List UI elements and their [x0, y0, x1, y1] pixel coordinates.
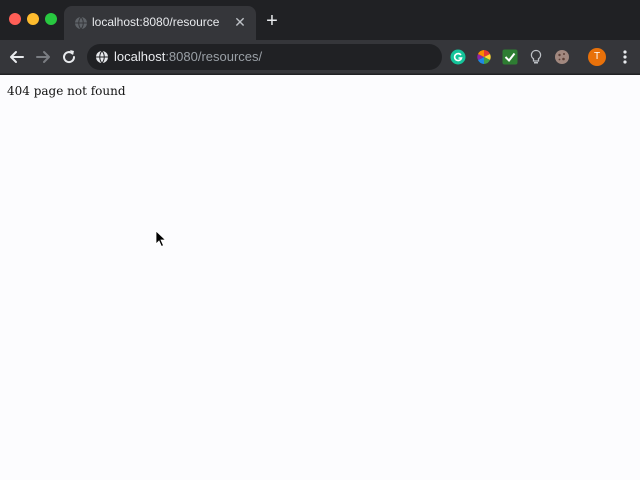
- globe-icon[interactable]: [95, 50, 109, 64]
- url-text[interactable]: localhost:8080/resources/: [114, 50, 262, 64]
- color-wheel-icon[interactable]: [476, 49, 492, 65]
- arrow-back-icon[interactable]: [8, 48, 26, 66]
- window-minimize-button[interactable]: [27, 13, 39, 25]
- url-path: :8080/resources/: [165, 49, 263, 64]
- browser-toolbar: localhost:8080/resources/ T: [0, 40, 640, 74]
- lightbulb-icon[interactable]: [528, 49, 544, 65]
- browser-tab[interactable]: localhost:8080/resource ✕: [64, 6, 256, 40]
- tab-title: localhost:8080/resource: [92, 15, 220, 29]
- window-maximize-button[interactable]: [45, 13, 57, 25]
- new-tab-button[interactable]: +: [263, 11, 281, 31]
- error-message: 404 page not found: [7, 84, 126, 98]
- window-close-button[interactable]: [9, 13, 21, 25]
- checkmark-icon[interactable]: [502, 49, 518, 65]
- arrow-forward-icon[interactable]: [34, 48, 52, 66]
- url-host: localhost: [114, 49, 166, 64]
- reload-icon[interactable]: [60, 48, 78, 66]
- kebab-menu-icon[interactable]: [616, 48, 634, 66]
- page-viewport: 404 page not found: [0, 75, 640, 480]
- cookie-icon[interactable]: [554, 49, 570, 65]
- address-bar[interactable]: localhost:8080/resources/: [87, 44, 442, 70]
- mouse-cursor-icon: [155, 230, 167, 248]
- globe-icon: [75, 16, 87, 30]
- close-icon[interactable]: ✕: [232, 14, 248, 30]
- profile-avatar[interactable]: T: [588, 48, 606, 66]
- tab-strip: localhost:8080/resource ✕ +: [0, 0, 640, 40]
- grammarly-icon[interactable]: [450, 49, 466, 65]
